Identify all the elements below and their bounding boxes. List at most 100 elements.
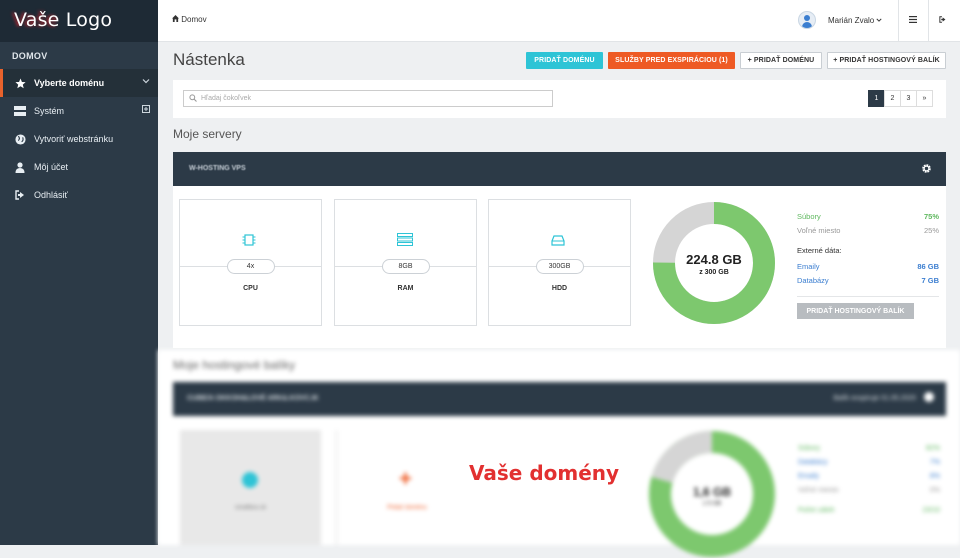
menu-button[interactable]: [898, 0, 926, 41]
hosting-donut-sub: z 5 GB: [703, 501, 721, 507]
plus-icon: +: [833, 57, 838, 64]
sidebar-item-system[interactable]: Systém: [0, 97, 158, 125]
globe-icon: [242, 472, 258, 488]
add-domain-card[interactable]: + Pridať doménu: [336, 430, 477, 545]
logo[interactable]: Vaše Logo: [0, 0, 158, 42]
stat-value: 82%: [925, 445, 940, 452]
sidebar-item-label: Systém: [34, 106, 65, 116]
sidebar-item-select-domain[interactable]: Vyberte doménu: [0, 69, 158, 97]
sidebar-item-label: Môj účet: [34, 162, 69, 172]
hosting-header: CUBE/A OKKOH&LOVÉ ARK&.KOVC.IK Balík exs…: [173, 382, 946, 416]
sidebar: Vaše Logo DOMOV Vyberte doménu Systém Vy…: [0, 0, 158, 545]
pagination: 1 2 3 »: [868, 90, 933, 107]
stat-value: 8%: [929, 473, 940, 480]
storage-donut-chart: 224.8 GB z 300 GB: [653, 202, 775, 324]
search-panel: Hľadaj čokoľvek 1 2 3 »: [173, 80, 946, 118]
avatar: [798, 11, 816, 29]
stat-value: 23/10: [922, 507, 940, 514]
search-placeholder: Hľadaj čokoľvek: [201, 95, 251, 102]
user-name: Marián Zvalo: [828, 15, 875, 25]
cpu-card: 4x CPU: [179, 199, 322, 326]
stat-label: Databázy: [798, 459, 828, 466]
stat-label: Súbory: [798, 445, 821, 452]
user-menu[interactable]: Marián Zvalo: [798, 11, 882, 29]
hamburger-icon: [908, 15, 917, 26]
server-header: W-HOSTING VPS: [173, 152, 946, 186]
page-2-button[interactable]: 2: [884, 90, 901, 107]
hdd-card: 300GB HDD: [488, 199, 631, 326]
breadcrumb[interactable]: Domov: [172, 15, 207, 24]
add-domain-button-primary[interactable]: PRIDAŤ DOMÉNU: [526, 52, 603, 69]
domain-card[interactable]: smallbox.sk: [180, 430, 321, 545]
hosting-name: CUBE/A OKKOH&LOVÉ ARK&.KOVC.IK: [187, 395, 319, 402]
hosting-expiry: Balík exspiruje 01.05.2020: [833, 395, 917, 402]
databases-label: Databázy: [797, 276, 829, 285]
external-data-label: Externé dáta:: [797, 246, 842, 255]
emails-label: Emaily: [797, 262, 820, 271]
topbar: Domov Marián Zvalo: [158, 0, 960, 42]
server-stats: Súbory 75% Voľné miesto 25% Externé dáta: …: [797, 212, 939, 319]
donut-center-value: 224.8 GB: [686, 252, 742, 267]
domain-name: smallbox.sk: [234, 505, 267, 511]
server-body: 4x CPU 8GB RAM 300GB HDD 224.8 GB z 300 …: [173, 186, 946, 348]
page-title: Nástenka: [173, 50, 245, 69]
ram-value: 8GB: [381, 259, 430, 274]
logo-text: Vaše: [14, 9, 60, 31]
memory-icon: [397, 233, 413, 251]
add-domain-label: Pridať doménu: [387, 505, 427, 511]
next-page-button[interactable]: »: [916, 90, 933, 107]
files-label: Súbory: [797, 212, 821, 221]
sidebar-item-label: Vyberte doménu: [34, 78, 105, 88]
free-label: Voľné miesto: [797, 226, 841, 235]
hosting-donut-chart: 1,6 GB z 5 GB: [649, 431, 775, 557]
sidebar-item-label: Vytvoriť webstránku: [34, 134, 114, 144]
free-value: 25%: [923, 226, 939, 235]
add-domain-button[interactable]: + PRIDAŤ DOMÉNU: [740, 52, 822, 69]
hdd-icon: [551, 233, 565, 251]
stat-value: 7%: [929, 459, 940, 466]
stat-value: 0%: [929, 487, 940, 494]
logout-button[interactable]: [928, 0, 956, 41]
stat-label: Počet záloh: [798, 507, 835, 514]
hdd-label: HDD: [551, 285, 568, 292]
overlay-caption: Vaše domény: [469, 461, 620, 485]
globe-icon: [14, 133, 26, 145]
hosting-section-title: Moje hostingové balíky: [173, 358, 296, 372]
stat-label: Voľné miesto: [798, 487, 839, 494]
sidebar-heading: DOMOV: [12, 51, 48, 61]
sidebar-item-create-website[interactable]: Vytvoriť webstránku: [0, 125, 158, 153]
sidebar-item-logout[interactable]: Odhlásiť: [0, 181, 158, 209]
sidebar-item-my-account[interactable]: Môj účet: [0, 153, 158, 181]
star-icon: [14, 77, 26, 89]
hosting-stats: Súbory 82% Databázy 7% Emaily 8% Voľné mies…: [798, 445, 940, 521]
search-icon: [189, 94, 197, 104]
plus-icon: +: [747, 57, 752, 64]
home-icon: [172, 15, 179, 24]
plus-icon: +: [399, 466, 412, 491]
expiring-services-button[interactable]: SLUŽBY PRED EXSPIRÁCIOU (1): [608, 52, 735, 69]
stats-divider: [797, 296, 939, 297]
search-input[interactable]: Hľadaj čokoľvek: [183, 90, 553, 107]
gear-icon[interactable]: [921, 161, 932, 179]
servers-section-title: Moje servery: [173, 127, 242, 141]
add-hosting-button[interactable]: + PRIDAŤ HOSTINGOVÝ BALÍK: [827, 52, 946, 69]
ram-card: 8GB RAM: [334, 199, 477, 326]
user-icon: [14, 161, 26, 173]
chevron-down-icon: [876, 16, 882, 25]
page-3-button[interactable]: 3: [900, 90, 917, 107]
gear-icon[interactable]: [924, 392, 934, 402]
files-value: 75%: [923, 212, 939, 221]
hosting-section: Moje hostingové balíky CUBE/A OKKOH&LOVÉ…: [158, 350, 960, 557]
chevron-down-icon: [142, 77, 150, 88]
add-hosting-label: PRIDAŤ HOSTINGOVÝ BALÍK: [839, 57, 940, 64]
sidebar-item-label: Odhlásiť: [34, 190, 68, 200]
donut-free-arc: [651, 431, 713, 484]
page-1-button[interactable]: 1: [868, 90, 885, 107]
server-icon: [14, 105, 26, 117]
chip-icon: [242, 233, 256, 252]
cpu-value: 4x: [226, 259, 275, 274]
hdd-value: 300GB: [535, 259, 584, 274]
plus-square-icon[interactable]: [142, 105, 150, 116]
add-hosting-package-button[interactable]: PRIDAŤ HOSTINGOVÝ BALÍK: [797, 303, 914, 319]
donut-center-sub: z 300 GB: [699, 269, 729, 276]
